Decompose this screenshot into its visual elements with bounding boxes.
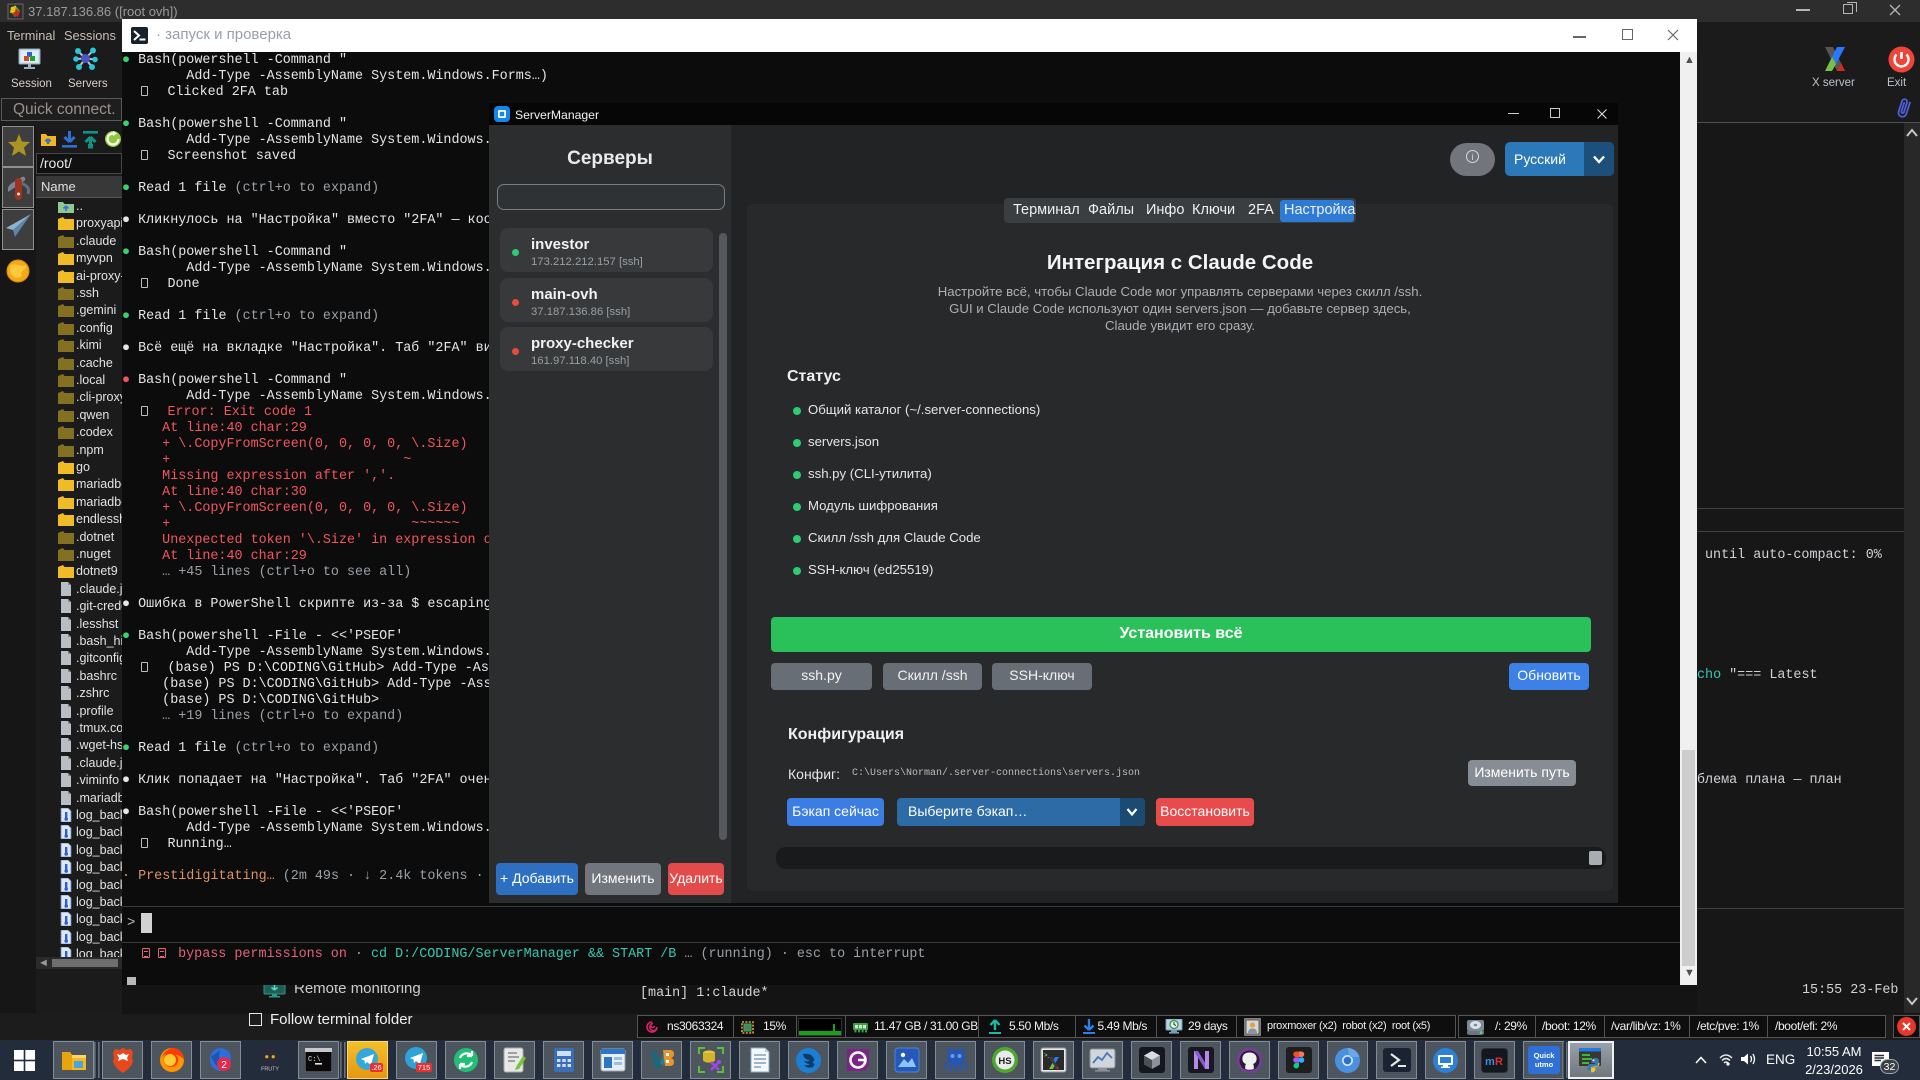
svg-text:Quick: Quick — [1533, 1051, 1555, 1060]
svg-text:715: 715 — [417, 1063, 430, 1072]
svg-text:R: R — [1495, 1056, 1503, 1068]
svg-text:m: m — [1485, 1056, 1495, 1068]
svg-text:.26: .26 — [371, 1063, 381, 1072]
svg-text:FRUTY: FRUTY — [261, 1067, 279, 1073]
svg-text:utmo: utmo — [1534, 1060, 1553, 1069]
svg-text:C:\: C:\ — [308, 1056, 321, 1064]
svg-text:HS: HS — [998, 1056, 1011, 1067]
svg-text:2: 2 — [221, 1060, 227, 1071]
